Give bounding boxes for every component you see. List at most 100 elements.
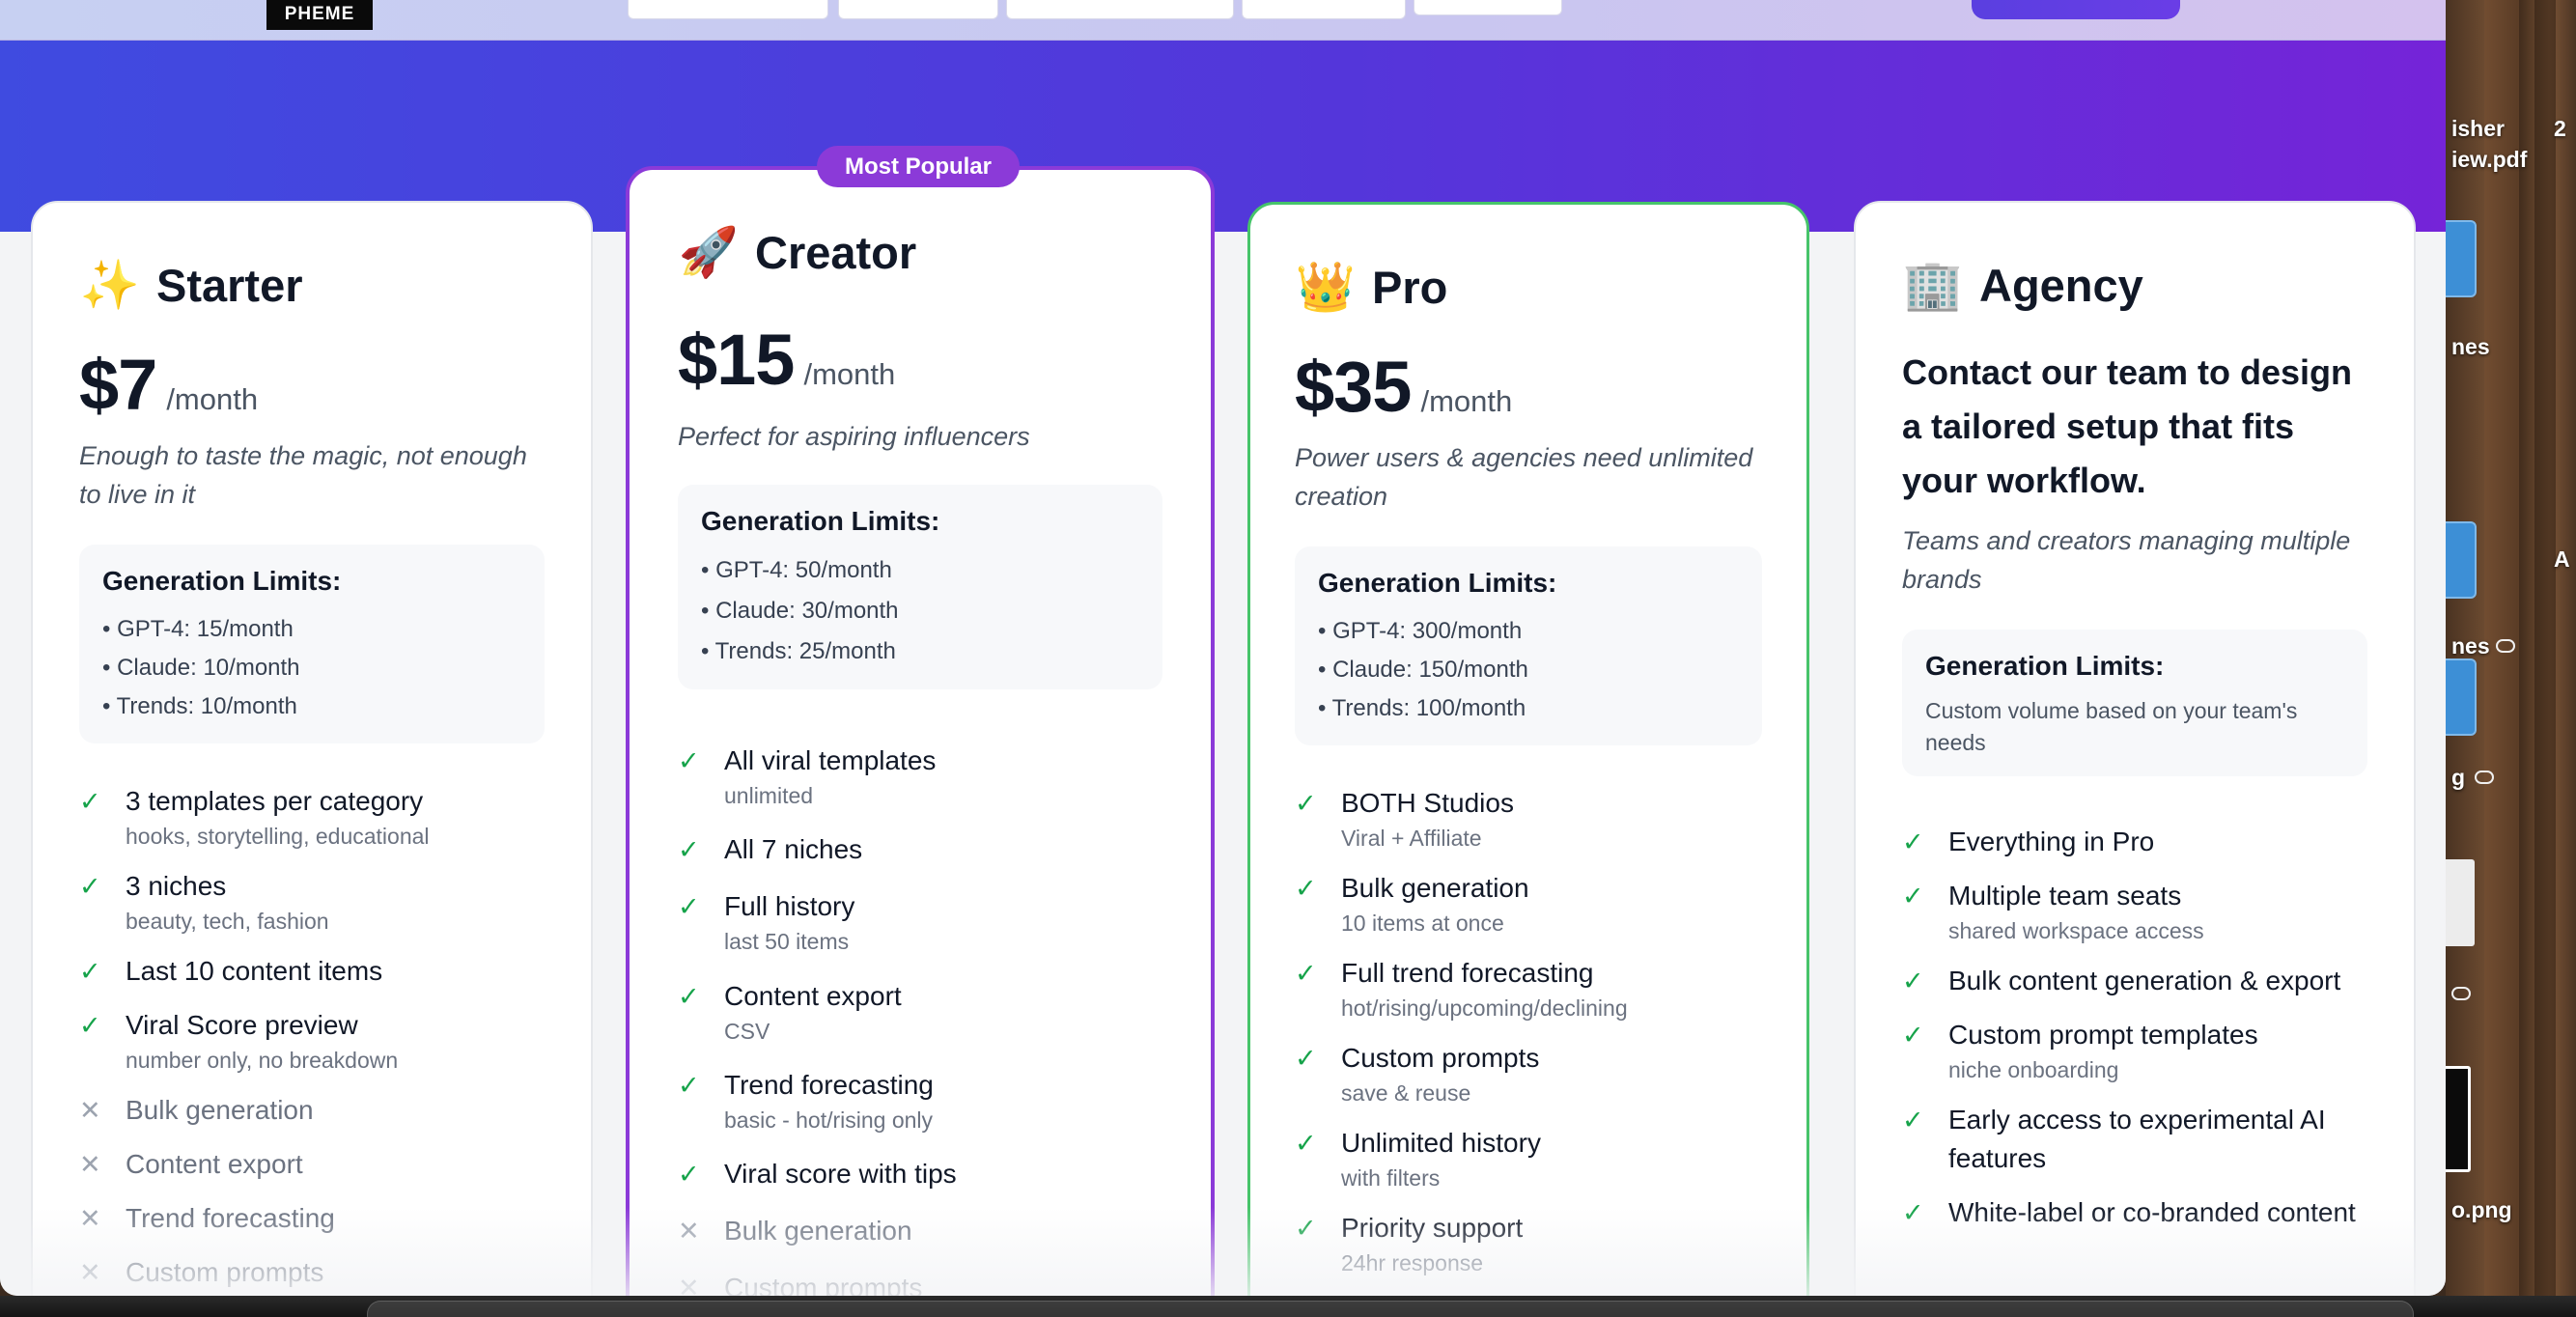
check-icon: ✓	[1295, 1129, 1317, 1158]
feature-label: Early access to experimental AI features	[1948, 1105, 2326, 1173]
plan-title: 👑 Pro	[1295, 259, 1762, 316]
feature-detail: beauty, tech, fashion	[126, 909, 329, 934]
x-icon: ✕	[678, 1274, 700, 1296]
generation-limits: Generation Limits: • GPT-4: 15/month • C…	[79, 545, 545, 743]
check-icon: ✓	[79, 957, 101, 986]
check-icon: ✓	[678, 1071, 700, 1100]
sparkles-icon: ✨	[79, 258, 141, 312]
nav-link[interactable]	[1242, 0, 1406, 19]
feature-label: Trend forecasting	[724, 1070, 934, 1100]
feature-detail: Viral + Affiliate	[1341, 826, 1482, 851]
plan-tagline: Perfect for aspiring influencers	[678, 422, 1030, 451]
feature-label: Content export	[724, 981, 902, 1011]
feature-item: ✓ Everything in Pro	[1902, 823, 2367, 877]
feature-detail: last 50 items	[724, 929, 850, 954]
price: $15 /month	[678, 319, 1162, 401]
price-period: /month	[1420, 384, 1513, 418]
desktop-background: isher 2 iew.pdf nes A nes g o.png	[2446, 0, 2576, 1317]
price-amount: $35	[1295, 347, 1412, 427]
plan-tagline: Enough to taste the magic, not enough to…	[79, 441, 527, 509]
feature-detail: niche onboarding	[1948, 1057, 2119, 1082]
x-icon: ✕	[678, 1217, 700, 1246]
office-building-icon: 🏢	[1902, 258, 1964, 312]
nav-link[interactable]	[628, 0, 828, 19]
check-icon: ✓	[1902, 1106, 1924, 1135]
desktop-folder-icon[interactable]	[2446, 220, 2477, 297]
feature-item: ✓ All viral templates unlimited	[678, 742, 1162, 830]
feature-label: Bulk generation	[1341, 873, 1529, 903]
desktop-file-label[interactable]: iew.pdf	[2451, 147, 2527, 173]
feature-detail: 24hr response	[1341, 1250, 1484, 1275]
desktop-document-icon[interactable]	[2446, 859, 2475, 946]
feature-label: Trend forecasting	[126, 1203, 335, 1233]
feature-item-excluded: ✕ Custom prompts	[79, 1253, 545, 1296]
check-icon: ✓	[79, 1011, 101, 1040]
feature-label: Content export	[126, 1149, 303, 1179]
nav-cta-button[interactable]	[1972, 0, 2180, 19]
feature-detail: unlimited	[724, 783, 814, 808]
feature-list: ✓ Everything in Pro ✓ Multiple team seat…	[1902, 823, 2367, 1286]
top-navigation: PHEME	[0, 0, 2446, 41]
generation-limits: Generation Limits: • GPT-4: 50/month • C…	[678, 485, 1162, 689]
check-icon: ✓	[79, 872, 101, 901]
check-icon: ✓	[678, 746, 700, 775]
x-icon: ✕	[79, 1150, 101, 1179]
plan-name: Agency	[1979, 260, 2143, 311]
limit-item: • Trends: 10/month	[102, 693, 297, 719]
desktop-file-label[interactable]: isher	[2451, 116, 2505, 142]
x-icon: ✕	[79, 1096, 101, 1125]
feature-item: ✓ Multiple team seats shared workspace ac…	[1902, 877, 2367, 962]
agency-headline: Contact our team to design a tailored se…	[1902, 352, 2353, 500]
nav-link[interactable]	[1006, 0, 1234, 19]
feature-list: ✓ 3 templates per category hooks, storyte…	[79, 782, 545, 1296]
dock	[367, 1301, 2414, 1317]
feature-label: Bulk content generation & export	[1948, 966, 2341, 995]
desktop-edge-label: A	[2554, 546, 2570, 572]
feature-item: ✓ All 7 niches	[678, 830, 1162, 887]
check-icon: ✓	[678, 1160, 700, 1189]
feature-label: Viral score with tips	[724, 1159, 957, 1189]
feature-label: Bulk generation	[724, 1216, 912, 1246]
feature-label: Unlimited history	[1341, 1128, 1541, 1158]
desktop-file-label[interactable]: nes	[2451, 633, 2490, 659]
feature-label: Custom prompts	[724, 1273, 923, 1296]
desktop-file-label[interactable]: g	[2451, 765, 2465, 791]
feature-label: Everything in Pro	[1948, 827, 2155, 856]
price: $7 /month	[79, 344, 545, 426]
check-icon: ✓	[678, 982, 700, 1011]
feature-item: ✓ 3 templates per category hooks, storyte…	[79, 782, 545, 867]
desktop-folder-icon[interactable]	[2446, 521, 2477, 599]
check-icon: ✓	[1295, 874, 1317, 903]
desktop-file-label[interactable]: nes	[2451, 334, 2490, 360]
feature-label: Full trend forecasting	[1341, 958, 1594, 988]
generation-limits: Generation Limits: Custom volume based o…	[1902, 630, 2367, 776]
price-period: /month	[166, 382, 259, 416]
price-amount: $15	[678, 320, 795, 400]
cloud-icon	[2451, 987, 2471, 1000]
price: $35 /month	[1295, 346, 1762, 428]
feature-item-excluded: ✕ Bulk generation	[678, 1212, 1162, 1269]
feature-item: ✓ Last 10 content items	[79, 952, 545, 1006]
feature-label: Viral Score preview	[126, 1010, 358, 1040]
feature-label: All viral templates	[724, 745, 937, 775]
feature-label: Last 10 content items	[126, 956, 383, 986]
nav-link[interactable]	[838, 0, 998, 19]
feature-label: Multiple team seats	[1948, 881, 2182, 911]
nav-link[interactable]	[1414, 0, 1562, 15]
limit-item: • Trends: 25/month	[701, 638, 896, 664]
tree-trunk	[2534, 0, 2556, 1317]
check-icon: ✓	[678, 892, 700, 921]
crown-icon: 👑	[1295, 260, 1357, 314]
desktop-folder-icon[interactable]	[2446, 658, 2477, 736]
desktop-image-icon[interactable]	[2446, 1066, 2471, 1172]
feature-item: ✓ Custom prompt templates niche onboardin…	[1902, 1016, 2367, 1101]
feature-label: Full history	[724, 891, 855, 921]
desktop-file-label[interactable]: o.png	[2451, 1197, 2512, 1223]
feature-item: ✓ Full history last 50 items	[678, 887, 1162, 977]
brand-logo[interactable]: PHEME	[266, 0, 373, 30]
limits-title: Generation Limits:	[701, 506, 940, 536]
feature-item: ✓ Viral score with tips	[678, 1155, 1162, 1212]
price-amount: $7	[79, 345, 157, 425]
check-icon: ✓	[1902, 1021, 1924, 1050]
feature-label: All 7 niches	[724, 834, 863, 864]
